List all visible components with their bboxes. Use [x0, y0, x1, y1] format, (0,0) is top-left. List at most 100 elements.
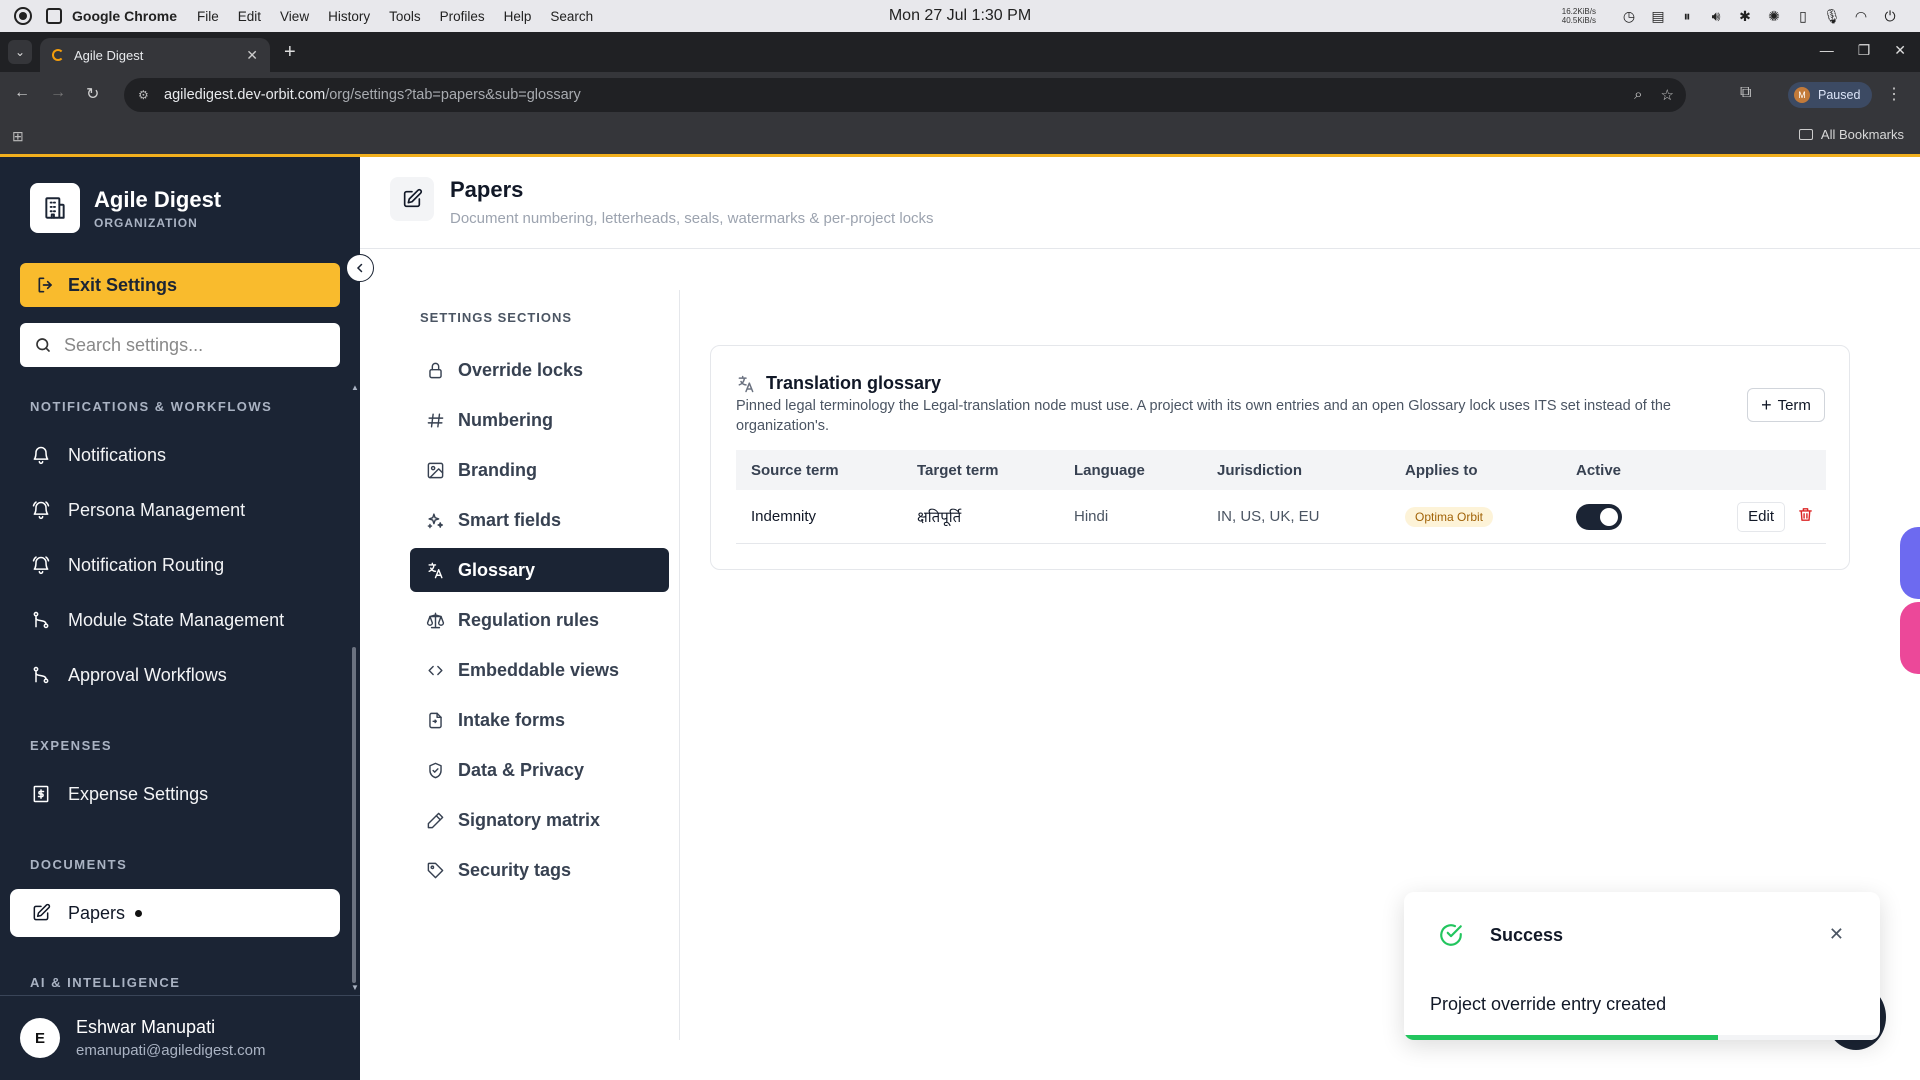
new-tab-icon[interactable]: +	[284, 42, 296, 62]
back-icon[interactable]: ←	[14, 84, 30, 102]
exit-settings-button[interactable]: Exit Settings	[20, 263, 340, 307]
sidebar-scrollbar[interactable]	[352, 647, 356, 983]
add-term-button[interactable]: + Term	[1747, 388, 1825, 422]
timer-icon[interactable]: ◷	[1621, 8, 1637, 24]
section-numbering[interactable]: Numbering	[410, 398, 669, 442]
bookmark-star-icon[interactable]: ☆	[1661, 86, 1674, 104]
network-speed: 16.2KiB/s 40.5KiB/s	[1562, 7, 1596, 25]
menu-edit[interactable]: Edit	[238, 9, 261, 24]
collapse-sidebar-button[interactable]	[346, 254, 374, 282]
tab-search-dropdown-icon[interactable]: ⌄	[8, 40, 32, 64]
sidebar-item-expense-settings[interactable]: Expense Settings	[10, 770, 340, 818]
section-label: Signatory matrix	[458, 809, 601, 830]
section-security-tags[interactable]: Security tags	[410, 848, 669, 892]
all-bookmarks-button[interactable]: All Bookmarks	[1798, 127, 1904, 142]
translation-glossary-card: Translation glossary Pinned legal termin…	[710, 345, 1850, 570]
org-header: Agile Digest ORGANIZATION	[30, 183, 221, 233]
edit-document-icon	[30, 902, 52, 924]
translate-icon	[738, 375, 754, 393]
net-down-rate: 40.5KiB/s	[1561, 16, 1596, 25]
section-embeddable-views[interactable]: Embeddable views	[410, 648, 669, 692]
section-label: Embeddable views	[458, 659, 620, 680]
section-glossary[interactable]: Glossary	[410, 548, 669, 592]
app-window-icon	[46, 8, 62, 24]
section-documents: DOCUMENTS	[30, 857, 128, 872]
git-branch-icon	[30, 664, 52, 686]
bluetooth-icon[interactable]: ✱	[1737, 8, 1753, 24]
url-host: agiledigest.dev-orbit.com	[164, 87, 326, 103]
brightness-icon[interactable]: ✺	[1766, 8, 1782, 24]
floating-action-tab[interactable]	[1900, 527, 1920, 599]
volume-icon[interactable]: 🔊︎	[1708, 8, 1724, 24]
edit-document-icon	[390, 177, 434, 221]
section-branding[interactable]: Branding	[410, 448, 669, 492]
edit-button[interactable]: Edit	[1737, 501, 1785, 532]
plus-icon: +	[1761, 395, 1772, 415]
system-tray: 16.2KiB/s 40.5KiB/s ◷ ▤ ⏸ 🔊︎ ✱ ✺ ▯ 🎙︎ ◠ …	[1562, 0, 1898, 32]
floating-feedback-tab[interactable]	[1900, 602, 1920, 674]
reload-icon[interactable]: ↻	[86, 84, 99, 104]
folder-icon	[1798, 129, 1813, 140]
wifi-icon[interactable]: ◠	[1853, 8, 1869, 24]
sidebar-item-notifications[interactable]: Notifications	[10, 431, 340, 479]
browser-menu-icon[interactable]: ⋮	[1886, 84, 1902, 104]
unsaved-dot	[135, 909, 143, 917]
menu-history[interactable]: History	[328, 9, 370, 24]
favicon-icon	[52, 49, 64, 61]
os-logo-icon[interactable]	[14, 7, 32, 25]
menu-view[interactable]: View	[280, 9, 309, 24]
settings-search[interactable]	[20, 323, 340, 367]
restore-icon[interactable]: ❐	[1858, 42, 1871, 59]
section-data-privacy[interactable]: Data & Privacy	[410, 748, 669, 792]
close-icon[interactable]: ✕	[1829, 924, 1844, 945]
active-toggle[interactable]	[1576, 503, 1622, 530]
menu-tools[interactable]: Tools	[389, 9, 421, 24]
section-intake-forms[interactable]: Intake forms	[410, 698, 669, 742]
section-override-locks[interactable]: Override locks	[410, 348, 669, 392]
browser-tab-strip: ⌄ Agile Digest ✕ + — ❐ ✕	[0, 32, 1920, 72]
active-app-name[interactable]: Google Chrome	[72, 8, 177, 24]
menu-profiles[interactable]: Profiles	[440, 9, 485, 24]
search-input[interactable]	[64, 334, 314, 356]
menu-search[interactable]: Search	[550, 9, 593, 24]
pause-icon[interactable]: ⏸	[1679, 8, 1695, 24]
sidebar-item-label: Notifications	[68, 444, 167, 465]
site-info-icon[interactable]: ⚙	[138, 88, 152, 102]
profile-button[interactable]: M Paused	[1788, 82, 1873, 108]
menu-help[interactable]: Help	[504, 9, 532, 24]
tab-close-icon[interactable]: ✕	[246, 47, 258, 64]
cell-actions: Edit	[1711, 501, 1826, 532]
sidebar-item-label: Persona Management	[68, 499, 246, 520]
zoom-icon[interactable]: ⌕	[1634, 86, 1642, 104]
sidebar-item-notification-routing[interactable]: Notification Routing	[10, 541, 340, 589]
exit-settings-label: Exit Settings	[68, 274, 178, 295]
user-profile[interactable]: E Eshwar Manupati emanupati@agiledigest.…	[0, 995, 360, 1080]
forward-icon[interactable]: →	[50, 84, 66, 102]
battery-icon[interactable]: ▯	[1795, 8, 1811, 24]
section-smart-fields[interactable]: Smart fields	[410, 498, 669, 542]
sidebar-item-module-state-management[interactable]: Module State Management	[10, 596, 340, 644]
extensions-icon[interactable]: ⧉	[1740, 84, 1751, 102]
browser-tab-agile-digest[interactable]: Agile Digest ✕	[40, 38, 270, 72]
power-icon[interactable]: ⏻	[1882, 8, 1898, 24]
toast-progress-bar	[1404, 1035, 1719, 1040]
address-bar[interactable]: ⚙ agiledigest.dev-orbit.com/org/settings…	[124, 78, 1686, 112]
pen-icon	[424, 809, 446, 831]
section-signatory-matrix[interactable]: Signatory matrix	[410, 798, 669, 842]
section-regulation-rules[interactable]: Regulation rules	[410, 598, 669, 642]
col-source-term: Source term	[751, 461, 839, 479]
bell-ring-icon	[30, 499, 52, 521]
sidebar-item-persona-management[interactable]: Persona Management	[10, 486, 340, 534]
clipboard-icon[interactable]: ▤	[1650, 8, 1666, 24]
trash-icon[interactable]	[1797, 506, 1814, 527]
sidebar-item-papers[interactable]: Papers	[10, 889, 340, 937]
menu-file[interactable]: File	[197, 9, 219, 24]
microphone-icon[interactable]: 🎙︎	[1823, 8, 1841, 24]
cell-jurisdiction: IN, US, UK, EU	[1217, 508, 1320, 525]
sidebar-scroll-up-icon[interactable]: ▲	[351, 383, 359, 392]
sidebar-scroll-down-icon[interactable]: ▼	[351, 983, 359, 992]
minimize-icon[interactable]: —	[1820, 42, 1834, 59]
close-window-icon[interactable]: ✕	[1894, 42, 1906, 59]
sidebar-item-approval-workflows[interactable]: Approval Workflows	[10, 651, 340, 699]
apps-grid-icon[interactable]: ⊞	[12, 128, 24, 145]
